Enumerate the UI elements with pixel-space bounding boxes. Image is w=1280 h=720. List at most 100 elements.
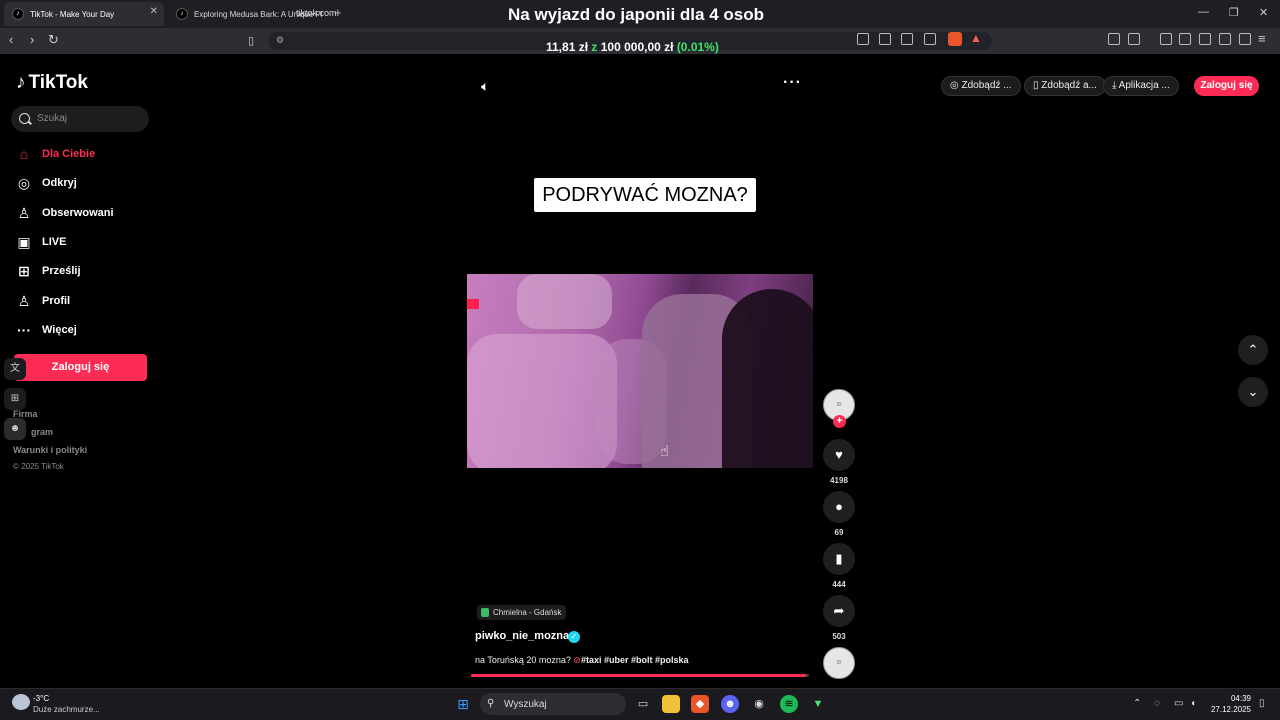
sidebar-toggle-icon[interactable] [1179,33,1191,45]
microphone-icon[interactable]: ◌ [1154,698,1160,709]
reload-icon[interactable]: ↻ [48,32,59,48]
location-tag[interactable]: Chmielna - Gdańsk [477,605,567,620]
get-coins-button[interactable]: ◎ Zdobądź ... [941,76,1021,96]
description-hashtags[interactable]: #taxi #uber #bolt #polska [581,655,689,665]
profile-icon: ♙ [17,292,31,309]
sidebar-item-live[interactable]: ▣ LIVE [14,231,66,253]
login-button-header[interactable]: Zaloguj się [1194,76,1259,96]
chevron-down-icon: ⌄ [1247,384,1259,399]
footer-link-company[interactable]: Firma [13,409,38,419]
next-video-button[interactable]: ⌄ [1238,377,1268,407]
clock-time[interactable]: 04:39 [1223,694,1251,703]
donation-raised: 11,81 zł [546,40,589,54]
vpn-icon[interactable] [1239,33,1251,45]
brave-rewards-icon[interactable]: ▲ [970,31,982,45]
discord-icon[interactable]: ☻ [721,695,739,713]
sidebar-item-more[interactable]: ··· Więcej [14,319,77,341]
sidebar-item-label: Więcej [42,324,77,336]
share-icon[interactable] [924,33,936,45]
menu-icon[interactable]: ≡ [1258,31,1266,46]
creator-username[interactable]: piwko_nie_mozna [475,630,569,642]
screenshot-icon[interactable] [1128,33,1140,45]
pill-label: Zdobądź a... [1041,80,1097,91]
obs-icon[interactable]: ◉ [750,695,768,713]
save-count: 444 [832,580,846,589]
video-jacket-shape [722,289,813,468]
maximize-icon[interactable]: ❐ [1229,6,1239,19]
tiktok-logo[interactable]: ♪ TikTok [16,72,88,94]
nvidia-icon[interactable]: ▼ [809,695,827,713]
translate-icon[interactable] [901,33,913,45]
music-disc-avatar[interactable]: ☺ [823,647,855,679]
wallet-icon[interactable] [1199,33,1211,45]
sidebar-item-following[interactable]: ♙ Obserwowani [14,202,114,224]
tray-expand-icon[interactable]: ⌃ [1133,698,1141,709]
sidebar-item-label: LIVE [42,236,67,248]
volume-icon[interactable]: 🔈︎ [481,78,489,95]
network-icon[interactable]: ▭ [1174,698,1183,709]
sidebar-item-label: Odkryj [42,177,77,189]
weather-description[interactable]: Duże zachmurze... [33,705,100,714]
video-player[interactable] [467,274,813,468]
hand-cursor-icon: ☝ [660,443,670,460]
follow-plus-icon[interactable]: + [833,415,846,428]
sidebar-item-profile[interactable]: ♙ Profil [14,290,70,312]
bookmark-icon[interactable]: ▯ [248,34,254,47]
back-icon[interactable]: ‹ [9,32,13,47]
brave-shields-icon[interactable] [948,32,962,46]
forward-icon[interactable]: › [30,32,34,47]
file-explorer-icon[interactable] [662,695,680,713]
media-icon[interactable] [1160,33,1172,45]
live-icon: ▣ [17,233,31,250]
video-seat-shape [467,334,617,468]
desktop-app-button[interactable]: ⤓ Aplikacja ... [1103,76,1179,96]
following-icon: ♙ [17,204,31,221]
red-circle-emoji-icon: ⊘ [573,655,581,665]
stream-overlay-title: Na wyjazd do japonii dla 4 osob [508,5,764,24]
video-progress-bar[interactable] [471,674,809,677]
discord-float-icon[interactable]: ☻ [4,418,26,440]
windows-start-icon[interactable]: ⊞ [454,695,472,713]
close-window-icon[interactable]: ✕ [1259,6,1268,19]
video-headrest-shape [517,274,612,329]
site-settings-icon[interactable]: ⚙ [276,35,284,46]
taskbar-search-label: Wyszukaj [504,699,547,710]
sidebar-item-for-you[interactable]: ⌂ Dla Ciebie [14,143,95,165]
comment-button[interactable]: ● [823,491,855,523]
get-app-button[interactable]: ▯ Zdobądź a... [1024,76,1106,96]
weather-temperature[interactable]: -3°C [33,694,49,703]
extensions-icon[interactable] [1108,33,1120,45]
like-button[interactable]: ♥ [823,439,855,471]
clock-date[interactable]: 27.12.2025 [1204,705,1251,714]
tiktok-favicon-icon: ♪ [12,8,24,20]
pill-label: Zdobądź ... [961,80,1012,91]
sidebar-item-label: Prześlij [42,265,81,277]
minimize-icon[interactable]: — [1198,6,1209,18]
footer-link-terms[interactable]: Warunki i polityki [13,445,87,455]
compass-icon: ◎ [17,174,31,191]
translate-float-icon[interactable]: 文 [4,358,26,380]
cast-icon[interactable] [879,33,891,45]
save-button[interactable]: ▮ [823,543,855,575]
task-view-icon[interactable]: ▭ [634,695,652,713]
search-input[interactable] [37,113,137,124]
tab-tiktok[interactable]: ♪ TikTok - Make Your Day ✕ [4,2,164,26]
footer-link-program[interactable]: gram [31,427,53,437]
share-button[interactable]: ➦ [823,595,855,627]
apps-float-icon[interactable]: ⊞ [4,388,26,410]
brave-browser-icon[interactable]: ◆ [691,695,709,713]
spotify-icon[interactable]: ≋ [780,695,798,713]
sidebar-item-explore[interactable]: ◎ Odkryj [14,172,77,194]
taskbar-search[interactable] [480,693,626,715]
previous-video-button[interactable]: ⌃ [1238,335,1268,365]
tab-close-icon[interactable]: ✕ [150,6,158,17]
no-translate-icon[interactable] [857,33,869,45]
sidebar-item-upload[interactable]: ⊞ Prześlij [14,260,81,282]
more-options-icon[interactable]: ··· [783,74,802,92]
notifications-icon[interactable]: ▯ [1259,698,1265,709]
verified-badge-icon: ✓ [568,631,580,643]
weather-cloud-icon[interactable] [12,694,30,710]
leo-ai-icon[interactable] [1219,33,1231,45]
login-button-sidebar[interactable]: Zaloguj się [14,354,147,381]
speaker-icon[interactable]: ◖ [1190,698,1196,709]
